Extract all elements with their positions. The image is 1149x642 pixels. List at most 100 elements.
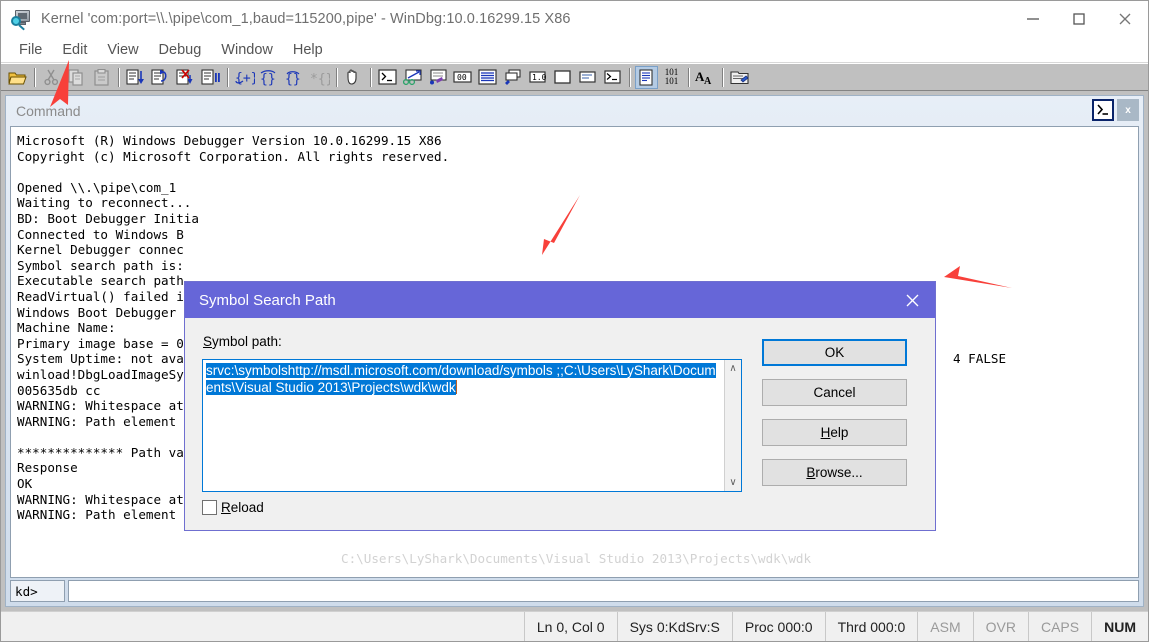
command-window-caption-buttons: x [1092, 99, 1139, 121]
command-window-icon[interactable] [376, 66, 399, 89]
dialog-title-bar: Symbol Search Path [185, 282, 935, 318]
watch-window-icon[interactable] [401, 66, 424, 89]
title-bar: Kernel 'com:port=\\.\pipe\com_1,baud=115… [1, 1, 1148, 37]
scroll-down-icon[interactable]: ∨ [729, 477, 736, 488]
registers-window-icon[interactable]: 00 [451, 66, 474, 89]
help-button-accel: H [820, 425, 831, 440]
status-sys: Sys 0:KdSrv:S [616, 612, 732, 641]
status-asm: ASM [917, 612, 972, 641]
symbol-path-label-rest: ymbol path: [212, 334, 282, 349]
toolbar: {+} {} {} *{} [1, 63, 1148, 91]
dialog-close-icon[interactable] [889, 282, 935, 318]
scroll-up-icon[interactable]: ∧ [729, 363, 736, 374]
toolbar-separator [685, 66, 692, 89]
cut-icon[interactable] [40, 66, 63, 89]
svg-text:00: 00 [457, 73, 467, 82]
hand-stop-icon[interactable] [342, 66, 365, 89]
svg-text:A: A [704, 76, 712, 86]
windbg-window: Kernel 'com:port=\\.\pipe\com_1,baud=115… [0, 0, 1149, 642]
ok-button[interactable]: OK [762, 339, 907, 366]
text-caret [455, 380, 457, 394]
command-browser-icon[interactable] [601, 66, 624, 89]
menu-view[interactable]: View [97, 40, 148, 60]
status-line-col: Ln 0, Col 0 [523, 612, 617, 641]
symbol-search-path-dialog: Symbol Search Path Symbol path: srvc:\sy… [184, 281, 936, 531]
toolbar-separator [333, 66, 340, 89]
scratch-pad-icon[interactable] [551, 66, 574, 89]
symbol-path-value: srvc:\symbolshttp://msdl.microsoft.com/d… [203, 360, 724, 491]
browse-button[interactable]: Browse... [762, 459, 907, 486]
toolbar-separator [115, 66, 122, 89]
svg-text:*{}: *{} [310, 72, 330, 86]
menu-debug[interactable]: Debug [149, 40, 212, 60]
font-size-icon[interactable]: A A [694, 66, 717, 89]
trace-into-braces-icon[interactable]: {+} [233, 66, 256, 89]
status-thrd: Thrd 000:0 [824, 612, 918, 641]
open-source-file-icon[interactable] [728, 66, 751, 89]
trace-disabled-braces-icon[interactable]: *{} [308, 66, 331, 89]
toolbar-separator [367, 66, 374, 89]
status-proc: Proc 000:0 [731, 612, 825, 641]
command-prompt-row: kd> [10, 580, 1139, 602]
status-num: NUM [1091, 612, 1148, 641]
step-out-braces-icon[interactable]: {} [283, 66, 306, 89]
command-window-close-button[interactable]: x [1117, 99, 1139, 121]
menu-help[interactable]: Help [283, 40, 333, 60]
toolbar-separator [719, 66, 726, 89]
status-bar: Ln 0, Col 0 Sys 0:KdSrv:S Proc 000:0 Thr… [1, 611, 1148, 641]
paste-icon[interactable] [90, 66, 113, 89]
browse-button-accel: B [806, 465, 816, 480]
status-caps: CAPS [1027, 612, 1091, 641]
close-button[interactable] [1102, 1, 1148, 37]
menu-file[interactable]: File [9, 40, 52, 60]
open-folder-icon[interactable] [6, 66, 29, 89]
toolbar-separator [626, 66, 633, 89]
toolbar-separator [224, 66, 231, 89]
source-mode-icon[interactable] [635, 65, 658, 89]
run-to-cursor-icon[interactable] [174, 66, 197, 89]
menu-edit[interactable]: Edit [52, 40, 97, 60]
command-dock-icon[interactable] [1092, 99, 1114, 121]
command-output-right-fragment: 4 FALSE [953, 351, 1007, 366]
locals-window-icon[interactable] [426, 66, 449, 89]
symbol-path-scrollbar[interactable]: ∧ ∨ [724, 360, 741, 491]
command-input[interactable] [68, 580, 1139, 602]
reload-label-accel: R [221, 500, 231, 515]
cancel-button[interactable]: Cancel [762, 379, 907, 406]
binary-101-icon[interactable]: 101 101 [660, 66, 683, 89]
symbol-path-label: Symbol path: [203, 334, 282, 349]
disassembly-window-icon[interactable]: 1.0 [526, 66, 549, 89]
dialog-body: Symbol path: srvc:\symbolshttp://msdl.mi… [185, 318, 935, 532]
call-stack-window-icon[interactable] [501, 66, 524, 89]
mdi-client-area: Command x Microsoft (R) Windows Debugger… [1, 91, 1148, 611]
symbol-path-label-accel: S [203, 334, 213, 349]
command-window-caption: Command x [6, 96, 1143, 126]
status-ovr: OVR [972, 612, 1028, 641]
reload-checkbox[interactable] [202, 500, 217, 515]
minimize-button[interactable] [1010, 1, 1056, 37]
step-over-braces-icon[interactable]: {} [258, 66, 281, 89]
toolbar-separator [31, 66, 38, 89]
symbol-path-input[interactable]: srvc:\symbolshttp://msdl.microsoft.com/d… [202, 359, 742, 492]
memory-window-icon[interactable] [476, 66, 499, 89]
help-button[interactable]: Help [762, 419, 907, 446]
svg-text:{+}: {+} [235, 71, 255, 86]
command-output-ghost-line: C:\Users\LyShark\Documents\Visual Studio… [341, 551, 812, 566]
copy-icon[interactable] [65, 66, 88, 89]
command-window-title: Command [16, 103, 81, 119]
reload-checkbox-row[interactable]: Reload [202, 500, 264, 515]
symbol-path-selected-text: srvc:\symbolshttp://msdl.microsoft.com/d… [206, 363, 716, 395]
menu-bar: File Edit View Debug Window Help [1, 37, 1148, 63]
prompt-label: kd> [10, 580, 65, 602]
break-icon[interactable] [199, 66, 222, 89]
svg-text:{}: {} [260, 72, 276, 86]
maximize-button[interactable] [1056, 1, 1102, 37]
processes-threads-icon[interactable] [576, 66, 599, 89]
browse-button-rest: rowse... [815, 465, 863, 480]
reload-label: Reload [221, 500, 264, 515]
step-over-icon[interactable] [149, 66, 172, 89]
step-into-icon[interactable] [124, 66, 147, 89]
svg-text:1.0: 1.0 [532, 73, 547, 82]
menu-window[interactable]: Window [211, 40, 283, 60]
dialog-title: Symbol Search Path [199, 291, 336, 309]
